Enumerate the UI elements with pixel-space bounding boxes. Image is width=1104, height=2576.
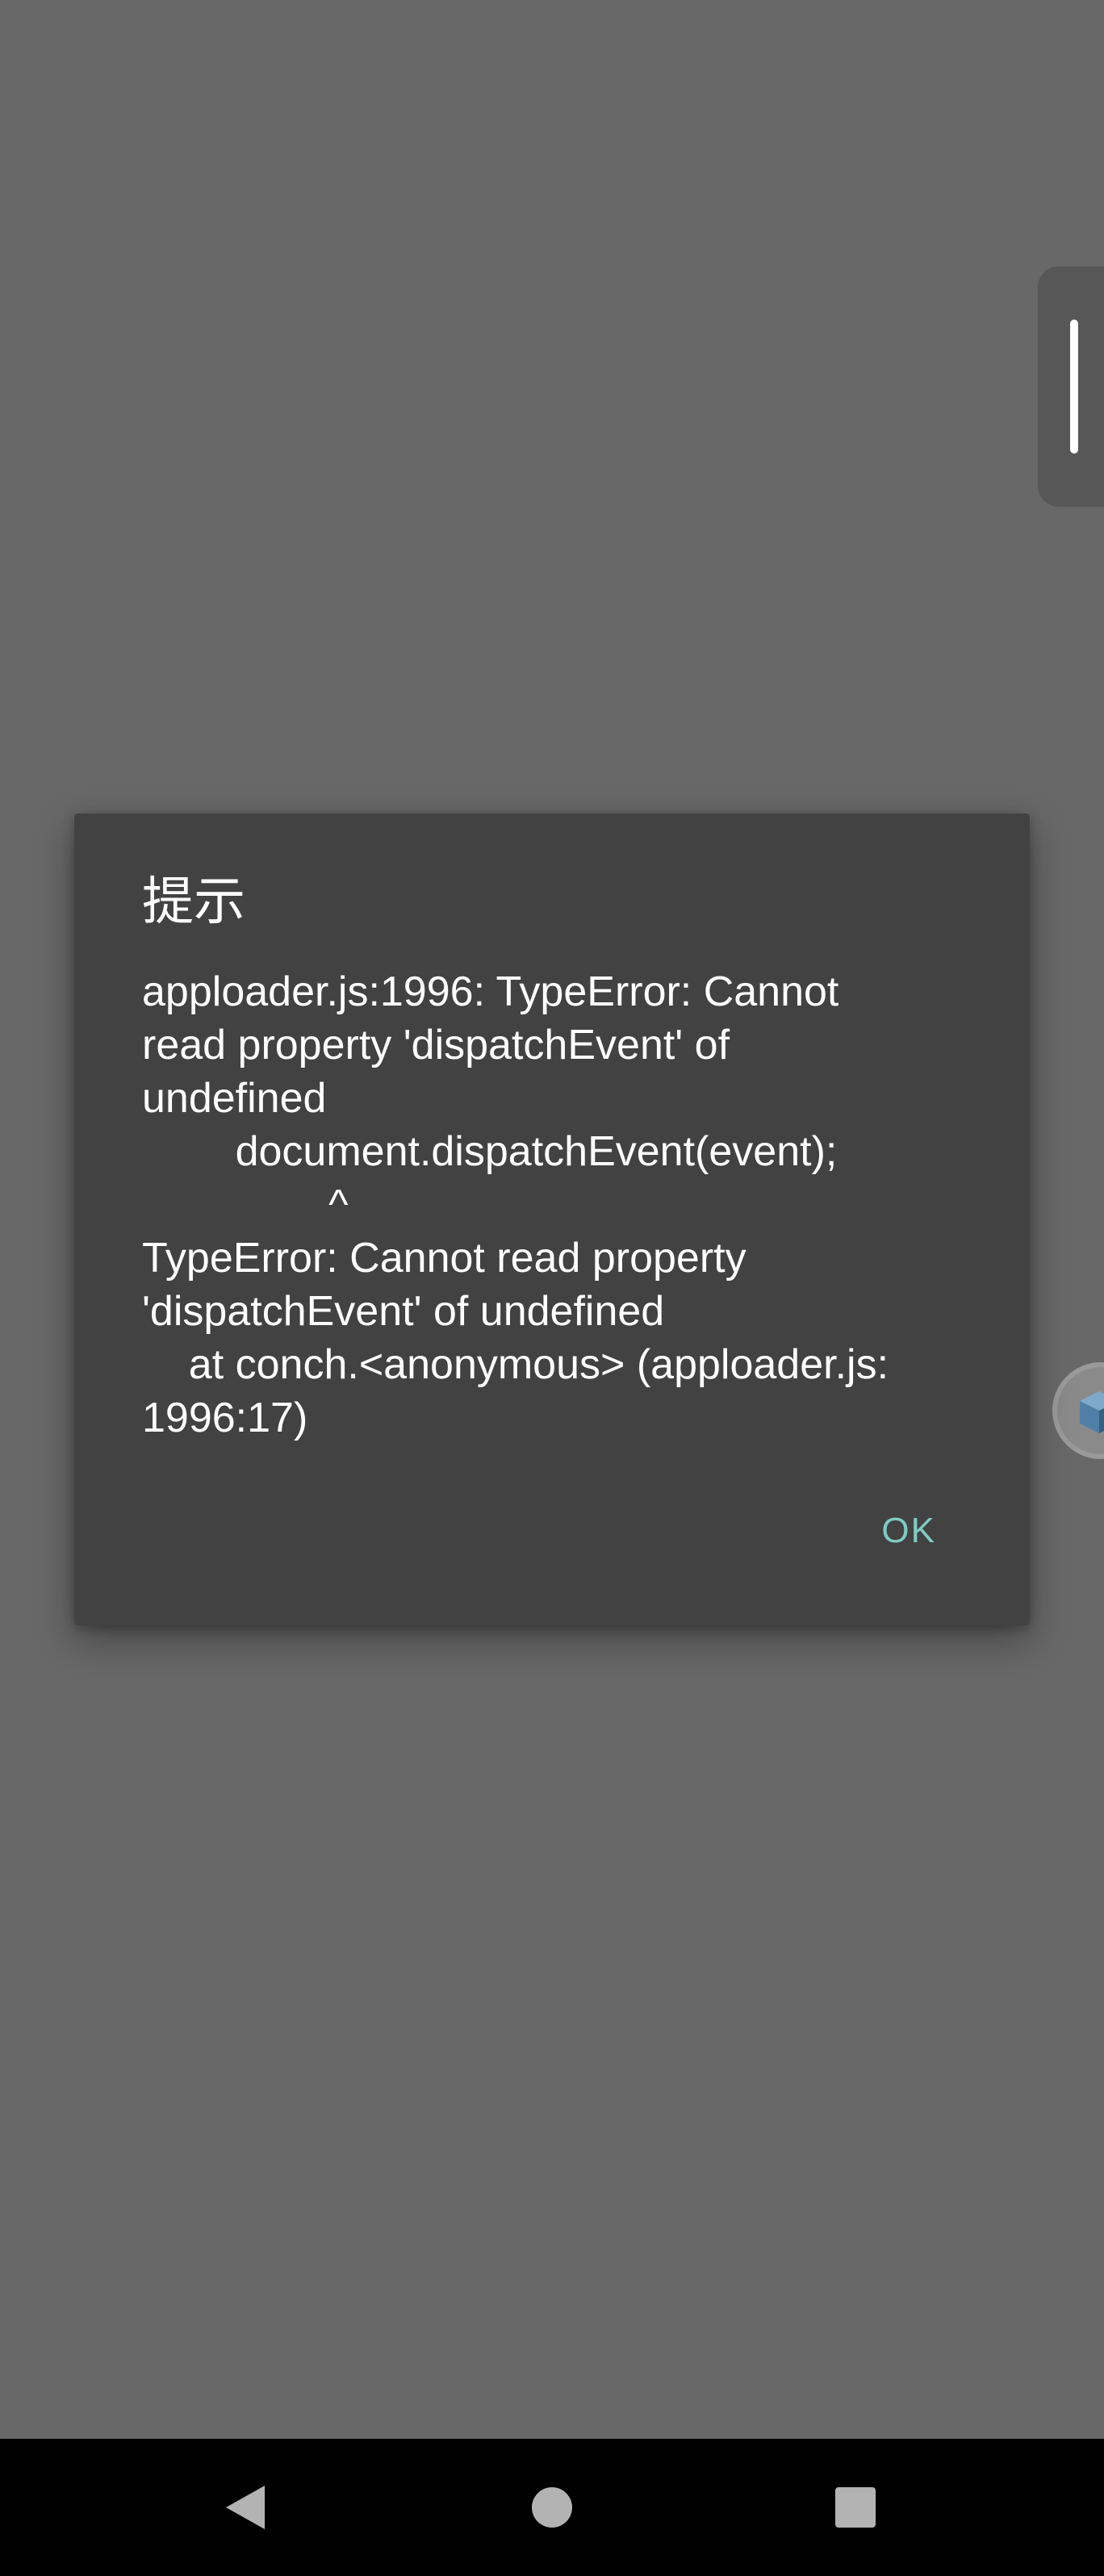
home-circle-icon [532,2487,572,2528]
dialog-message: apploader.js:1996: TypeError: Cannot rea… [142,968,889,1441]
edge-pull-tab[interactable] [1038,266,1104,507]
floating-assistant-button[interactable] [1052,1362,1104,1459]
cube-icon [1080,1391,1104,1433]
ok-button[interactable]: OK [881,1511,936,1551]
screen: 提示 apploader.js:1996: TypeError: Cannot … [0,0,1104,2576]
recent-square-icon [835,2487,876,2528]
drag-handle-icon [1070,320,1078,454]
back-triangle-icon [226,2486,265,2529]
nav-recent-apps-button[interactable] [783,2439,928,2576]
nav-back-button[interactable] [173,2439,318,2576]
navigation-bar [0,2439,1104,2576]
nav-home-button[interactable] [479,2439,625,2576]
dialog-title: 提示 [142,872,245,932]
alert-dialog: 提示 apploader.js:1996: TypeError: Cannot … [74,813,1030,1625]
